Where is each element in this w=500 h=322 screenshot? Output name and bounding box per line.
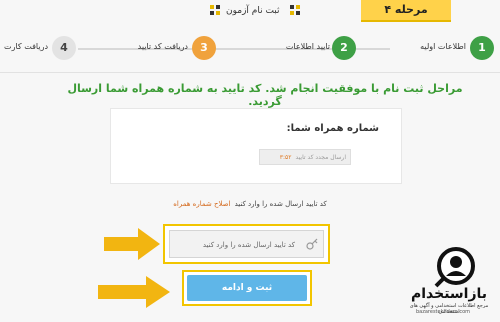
hint-text: کد تایید ارسال شده را وارد کنید — [234, 200, 327, 208]
stage-tag: مرحله ۴ — [361, 0, 451, 22]
resend-code-button[interactable]: ارسال مجدد کد تایید۳:۵۲ — [259, 149, 351, 165]
progress-stepper: 1 اطلاعات اولیه 2 تایید اطلاعات 3 دریافت… — [0, 26, 500, 73]
step-2: 2 تایید اطلاعات — [276, 36, 386, 62]
code-input-highlight: کد تایید ارسال شده را وارد کنید — [163, 224, 330, 264]
key-icon — [306, 238, 318, 250]
phone-card: شماره همراه شما: ارسال مجدد کد تایید۳:۵۲ — [110, 108, 402, 184]
ornament-icon — [210, 5, 220, 15]
brand-url: bazarestekhdam.com — [416, 309, 471, 315]
success-message: مراحل ثبت نام با موفقیت انجام شد. کد تای… — [67, 82, 463, 108]
page-title: ثبت نام آزمون — [226, 6, 280, 16]
edit-phone-link[interactable]: اصلاح شماره همراه — [173, 200, 230, 208]
step-4: 4 دریافت کارت — [4, 36, 84, 62]
step-label: دریافت کارت — [4, 42, 48, 51]
step-label: اطلاعات اولیه — [420, 42, 466, 51]
step-1: 1 اطلاعات اولیه — [420, 36, 500, 62]
arrow-right-icon — [98, 276, 170, 308]
step-circle: 4 — [52, 36, 76, 60]
code-hint: کد تایید ارسال شده را وارد کنید اصلاح شما… — [140, 200, 360, 208]
step-label: دریافت کد تایید — [137, 42, 188, 51]
verification-code-input[interactable]: کد تایید ارسال شده را وارد کنید — [169, 230, 324, 258]
top-bar: ثبت نام آزمون مرحله ۴ — [0, 0, 500, 26]
step-3: 3 دریافت کد تایید — [130, 36, 240, 62]
arrow-right-icon — [104, 228, 160, 260]
brand-name: بازاستخدام — [410, 286, 488, 302]
phone-label: شماره همراه شما: — [286, 123, 379, 134]
exam-registration-page: ثبت نام آزمون مرحله ۴ 1 اطلاعات اولیه 2 … — [0, 0, 500, 322]
resend-label: ارسال مجدد کد تایید — [295, 154, 346, 161]
ornament-icon — [290, 5, 300, 15]
resend-timer: ۳:۵۲ — [279, 154, 292, 161]
step-label: تایید اطلاعات — [285, 42, 330, 51]
step-circle: 2 — [332, 36, 356, 60]
submit-continue-button[interactable]: ثبت و ادامه — [187, 275, 307, 301]
step-circle: 1 — [470, 36, 494, 60]
step-circle: 3 — [192, 36, 216, 60]
submit-highlight: ثبت و ادامه — [182, 270, 312, 306]
